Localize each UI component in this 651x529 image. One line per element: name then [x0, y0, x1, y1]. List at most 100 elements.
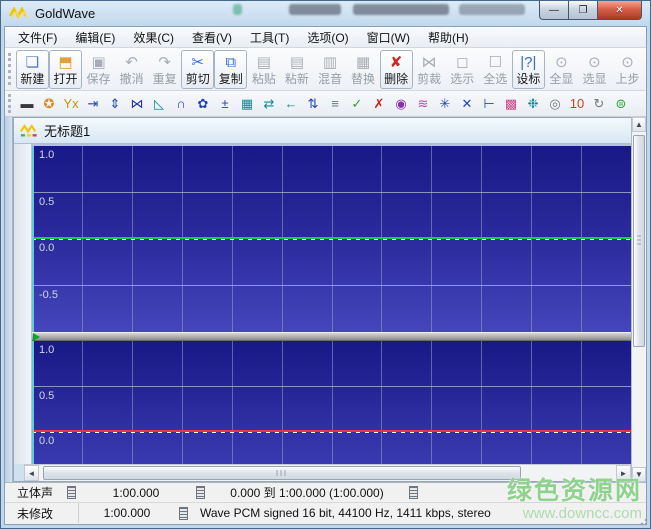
- vertical-scroll-thumb[interactable]: [633, 135, 645, 347]
- mechanize-icon[interactable]: ✿: [192, 93, 214, 115]
- amplitude-label: 0.0: [39, 242, 55, 254]
- toolbar-gripper[interactable]: [8, 94, 13, 113]
- back-icon[interactable]: ←: [280, 93, 302, 115]
- horizontal-scroll-thumb[interactable]: [43, 466, 521, 480]
- noise-gate-icon[interactable]: ✗: [368, 93, 390, 115]
- zero-axis-dashed-line: [32, 432, 631, 434]
- vertical-scroll-track[interactable]: [632, 132, 646, 467]
- knob-plain-icon[interactable]: ◎: [544, 93, 566, 115]
- channel-splitter[interactable]: [32, 332, 631, 341]
- menu-item-help[interactable]: 帮助(H): [419, 27, 478, 48]
- resize-grip[interactable]: [638, 516, 648, 526]
- menu-item-tool[interactable]: 工具(T): [241, 27, 298, 48]
- menu-item-edit[interactable]: 编辑(E): [66, 27, 124, 48]
- minimize-button[interactable]: —: [539, 1, 568, 20]
- toolbar-button-label: 设标: [516, 71, 541, 86]
- knob-rotate-icon[interactable]: ↻: [588, 93, 610, 115]
- spectrum-icon[interactable]: ▩: [500, 93, 522, 115]
- document-window: 无标题1 1.0 0.5 0.0 -0.5 1.0 0.5 0.0 ◄ ►: [13, 117, 631, 482]
- amplitude-label: 0.5: [39, 195, 55, 208]
- waveform-wrap: 1.0 0.5 0.0 -0.5 1.0 0.5 0.0: [14, 144, 631, 464]
- menu-bar: 文件(F) 编辑(E) 效果(C) 查看(V) 工具(T) 选项(O) 窗口(W) 帮助(H): [5, 27, 646, 48]
- toolbar-button-label: 选示: [450, 71, 475, 86]
- toolbar-button-label: 新建: [20, 71, 45, 86]
- scroll-thumb-grip: [637, 235, 641, 247]
- close-button[interactable]: ✕: [597, 1, 642, 20]
- noise-reduction-icon[interactable]: ✳: [434, 93, 456, 115]
- control-properties-icon[interactable]: ▬: [16, 93, 38, 115]
- menu-item-view[interactable]: 查看(V): [183, 27, 241, 48]
- toolbar-button-label: 粘新: [284, 71, 309, 86]
- background-window-artifact: [459, 4, 525, 15]
- status-bar: 立体声 1:00.000 0.000 到 1:00.000 (1:00.000) 未…: [5, 482, 646, 524]
- time-gridline: [431, 341, 433, 464]
- scroll-left-arrow[interactable]: ◄: [24, 465, 39, 481]
- amplitude-label: -0.5: [39, 288, 58, 301]
- skip-to-end-icon[interactable]: ⇥: [82, 93, 104, 115]
- zoom-all-button: ⊙ 全显: [545, 50, 578, 89]
- status-channel-mode: 立体声: [17, 486, 54, 500]
- select-all-button: ☐ 全选: [479, 50, 512, 89]
- menu-item-file[interactable]: 文件(F): [9, 27, 66, 48]
- status-row-1: 立体声 1:00.000 0.000 到 1:00.000 (1:00.000): [5, 483, 646, 503]
- toolbar-gripper[interactable]: [8, 53, 13, 85]
- scroll-up-arrow[interactable]: ▲: [632, 117, 646, 132]
- expression-evaluator-icon[interactable]: Yx: [60, 93, 82, 115]
- filter-icon[interactable]: ⊢: [478, 93, 500, 115]
- time-gridline: [131, 341, 133, 464]
- copy-button[interactable]: ⧉ 复制: [214, 49, 248, 89]
- menu-item-window[interactable]: 窗口(W): [358, 27, 419, 48]
- paste-button: ▤ 粘贴: [247, 50, 280, 89]
- toolbar-button-label: 打开: [53, 71, 78, 86]
- knob-sparkle-icon[interactable]: ❉: [522, 93, 544, 115]
- toolbar-button-label: 撤消: [119, 71, 144, 86]
- horizontal-scrollbar: ◄ ►: [24, 464, 631, 481]
- background-window-artifact: [233, 4, 242, 15]
- replace-button: ▦ 替换: [347, 50, 380, 89]
- time-gridline: [381, 341, 383, 464]
- goldwave-window: GoldWave — ❐ ✕ 文件(F) 编辑(E) 效果(C) 查看(V) 工具(T) 选项…: [0, 0, 651, 529]
- knob-speed-icon[interactable]: 10: [566, 93, 588, 115]
- horizontal-scroll-track[interactable]: [39, 465, 616, 481]
- channel-mixer-icon[interactable]: ✓: [346, 93, 368, 115]
- knob-level-icon[interactable]: ⊜: [610, 93, 632, 115]
- select-view-button: ◻ 选示: [446, 50, 479, 89]
- equalizer-icon[interactable]: ≡: [324, 93, 346, 115]
- paste-icon: ▤: [256, 53, 271, 71]
- set-marker-button[interactable]: |?| 设标: [511, 49, 545, 89]
- smoother-icon[interactable]: ✕: [456, 93, 478, 115]
- visual-eye-icon[interactable]: ◉: [390, 93, 412, 115]
- new-button[interactable]: ❏ 新建: [15, 49, 49, 89]
- volume-shape-icon[interactable]: ⇅: [302, 93, 324, 115]
- toolbar-button-label: 保存: [86, 71, 111, 86]
- expander-icon[interactable]: ⇕: [104, 93, 126, 115]
- waveform-area: 1.0 0.5 0.0 -0.5 1.0 0.5 0.0: [32, 144, 631, 464]
- scroll-right-arrow[interactable]: ►: [616, 465, 631, 481]
- document-title-bar[interactable]: 无标题1: [14, 118, 631, 144]
- right-channel-display[interactable]: 1.0 0.5 0.0: [32, 341, 631, 464]
- scroll-down-arrow[interactable]: ▼: [632, 467, 646, 482]
- pitch-icon[interactable]: ±: [214, 93, 236, 115]
- dynamics-icon[interactable]: ⋈: [126, 93, 148, 115]
- invert-icon[interactable]: ∩: [170, 93, 192, 115]
- paste-new-button: ▤ 粘新: [280, 50, 313, 89]
- amplitude-gridline: [32, 385, 631, 387]
- selection-start-marker[interactable]: [32, 341, 34, 464]
- fade-icon[interactable]: ◺: [148, 93, 170, 115]
- playlist-icon[interactable]: ▦: [236, 93, 258, 115]
- menu-item-effect[interactable]: 效果(C): [124, 27, 183, 48]
- menu-item-options[interactable]: 选项(O): [298, 27, 357, 48]
- background-window-artifact: [289, 4, 341, 15]
- open-button[interactable]: ⬒ 打开: [48, 49, 82, 89]
- left-channel-display[interactable]: 1.0 0.5 0.0 -0.5: [32, 146, 631, 332]
- doppler-icon[interactable]: ✪: [38, 93, 60, 115]
- reverse-icon[interactable]: ⇄: [258, 93, 280, 115]
- trim-icon: ⋈: [421, 53, 437, 71]
- maximize-button[interactable]: ❐: [568, 1, 597, 20]
- cut-button[interactable]: ✂ 剪切: [181, 49, 215, 89]
- mixer-sliders-icon[interactable]: ≋: [412, 93, 434, 115]
- zoom-previous-icon: ⊙: [621, 53, 634, 71]
- delete-button[interactable]: ✘ 删除: [379, 49, 413, 89]
- toolbar-button-label: 删除: [384, 71, 409, 86]
- selection-start-marker[interactable]: [32, 146, 34, 332]
